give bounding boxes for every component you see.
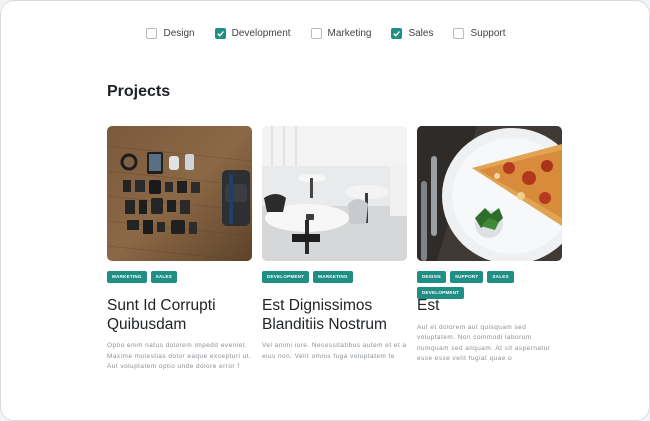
project-title[interactable]: Sunt Id Corrupti Quibusdam	[107, 297, 252, 334]
project-image-pizza[interactable]	[417, 126, 562, 261]
tag-list: MARKETING SALES	[107, 271, 252, 284]
checkbox-support[interactable]	[453, 27, 465, 39]
project-title[interactable]: Est	[417, 297, 562, 316]
filter-label-development: Development	[231, 27, 291, 39]
project-card[interactable]: DESIGN SUPPORT SALES DEVELOPMENT Est Aut…	[417, 126, 562, 373]
filter-marketing[interactable]: Marketing	[310, 27, 372, 39]
tag-badge[interactable]: DEVELOPMENT	[262, 271, 310, 283]
project-list: MARKETING SALES Sunt Id Corrupti Quibusd…	[107, 126, 562, 373]
tag-badge[interactable]: DESIGN	[417, 271, 446, 283]
filter-label-marketing: Marketing	[327, 27, 372, 39]
project-image-gadgets[interactable]	[107, 126, 252, 261]
filter-sales[interactable]: Sales	[391, 27, 434, 39]
tag-badge[interactable]: SALES	[150, 271, 177, 283]
project-description: Vel animi iure. Necessitatibus autem et …	[262, 342, 407, 360]
checkbox-sales[interactable]	[391, 27, 403, 39]
project-card[interactable]: MARKETING SALES Sunt Id Corrupti Quibusd…	[107, 126, 252, 373]
tag-badge[interactable]: SUPPORT	[449, 271, 484, 283]
filter-development[interactable]: Development	[214, 27, 291, 39]
filter-label-design: Design	[163, 27, 195, 39]
page-frame: Design Development Marketing Sales Suppo…	[0, 0, 650, 421]
tag-badge[interactable]: MARKETING	[107, 271, 147, 283]
check-icon	[393, 30, 401, 37]
filter-label-sales: Sales	[408, 27, 434, 39]
project-image-cafe[interactable]	[262, 126, 407, 261]
page-title: Projects	[107, 83, 171, 100]
check-icon	[216, 30, 224, 37]
filter-support[interactable]: Support	[453, 27, 506, 39]
tag-list: DEVELOPMENT MARKETING	[262, 271, 407, 284]
tag-badge[interactable]: SALES	[487, 271, 514, 283]
checkbox-development[interactable]	[214, 27, 226, 39]
checkbox-design[interactable]	[146, 27, 158, 39]
filter-design[interactable]: Design	[146, 27, 195, 39]
project-description: Aut et dolorem aut quisquam sed voluptat…	[417, 323, 551, 363]
project-title[interactable]: Est Dignissimos Blanditiis Nostrum	[262, 297, 407, 334]
tag-list: DESIGN SUPPORT SALES DEVELOPMENT	[417, 271, 562, 299]
project-description: Optio enim natus dolorem impedit eveniet…	[107, 342, 252, 370]
tag-badge[interactable]: MARKETING	[313, 271, 353, 283]
checkbox-marketing[interactable]	[310, 27, 322, 39]
project-card[interactable]: DEVELOPMENT MARKETING Est Dignissimos Bl…	[262, 126, 407, 373]
category-filter-bar: Design Development Marketing Sales Suppo…	[1, 25, 649, 41]
filter-label-support: Support	[470, 27, 506, 39]
